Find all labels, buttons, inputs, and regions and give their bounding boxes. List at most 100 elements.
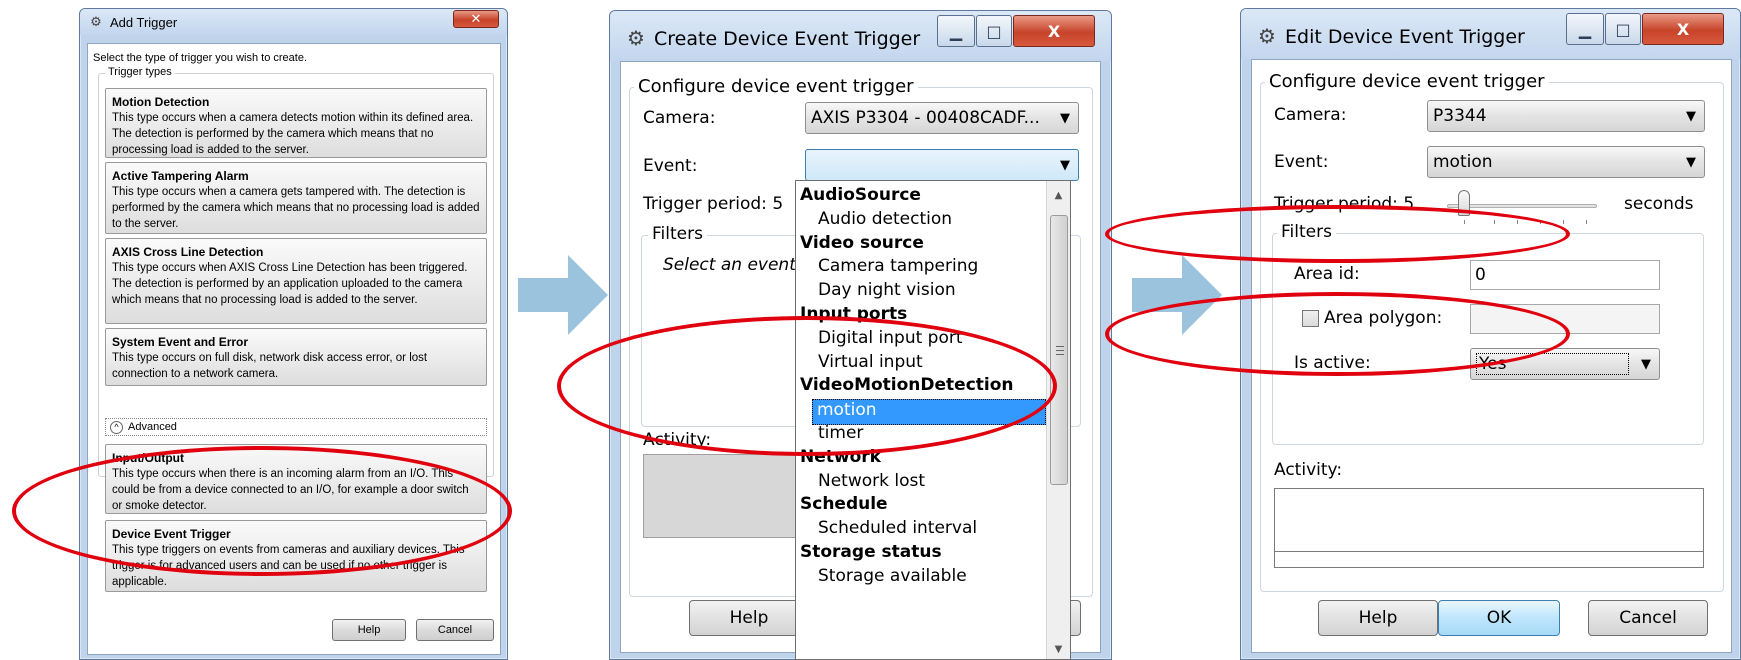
trigger-period-slider-thumb[interactable] <box>1458 190 1470 216</box>
close-button[interactable]: ✕ <box>453 10 499 28</box>
trigger-type-description: This type occurs when there is an incomi… <box>112 468 469 512</box>
event-select[interactable]: ▼ <box>805 149 1079 181</box>
area-id-label: Area id: <box>1294 264 1360 284</box>
trigger-type-description: This type occurs on full disk, network d… <box>112 352 428 380</box>
filters-hint: Select an event <box>663 255 796 275</box>
minimize-button[interactable]: ▁ <box>1566 13 1604 45</box>
event-dropdown-list[interactable]: AudioSource Audio detection Video source Ca… <box>795 180 1071 660</box>
dropdown-group-header: Network <box>800 446 881 467</box>
activity-list[interactable] <box>1274 488 1704 568</box>
camera-select[interactable]: AXIS P3304 - 00408CADF... ▼ <box>805 102 1079 134</box>
dropdown-option[interactable]: Day night vision <box>796 280 1046 306</box>
trigger-period-text: Trigger period: <box>1274 194 1398 214</box>
activity-label: Activity: <box>1274 460 1343 480</box>
trigger-type-description: This type occurs when AXIS Cross Line De… <box>112 262 468 306</box>
edit-device-event-trigger-window: ⚙ Edit Device Event Trigger ▁ □ X Config… <box>1240 8 1741 660</box>
trigger-type-motion-detection[interactable]: Motion Detection This type occurs when a… <box>105 88 487 158</box>
dropdown-group-header: Video source <box>800 232 924 253</box>
dropdown-option[interactable]: Scheduled interval <box>796 518 1046 544</box>
trigger-type-title: Active Tampering Alarm <box>112 169 249 183</box>
wrench-gear-icon: ⚙ <box>1258 24 1276 48</box>
chevron-down-icon: ▼ <box>1641 356 1651 372</box>
trigger-type-input-output[interactable]: Input/Output This type occurs when there… <box>105 444 487 514</box>
trigger-period-label: Trigger period: 5 <box>1274 194 1414 214</box>
dropdown-group-header: Storage status <box>800 542 942 562</box>
arrow-right-icon <box>518 255 608 335</box>
area-polygon-checkbox[interactable] <box>1302 310 1319 327</box>
window-title: Add Trigger <box>110 15 178 30</box>
trigger-type-active-tampering[interactable]: Active Tampering Alarm This type occurs … <box>105 162 487 234</box>
trigger-period-label: Trigger period: 5 <box>643 194 783 214</box>
dropdown-group-header: Schedule <box>800 494 888 515</box>
chevron-down-icon: ▼ <box>1060 110 1070 126</box>
trigger-type-title: Device Event Trigger <box>112 527 231 541</box>
scroll-thumb[interactable] <box>1050 215 1068 485</box>
cancel-button[interactable]: Cancel <box>416 619 494 641</box>
trigger-type-device-event[interactable]: Device Event Trigger This type triggers … <box>105 520 487 592</box>
camera-value: AXIS P3304 - 00408CADF... <box>811 108 1040 128</box>
arrow-shape <box>1132 255 1222 335</box>
chevron-down-icon: ▼ <box>1686 154 1696 170</box>
dropdown-option[interactable]: Virtual input <box>796 352 1046 378</box>
collapse-icon: ^ <box>110 420 123 434</box>
close-button[interactable]: X <box>1013 15 1095 47</box>
frame-label: Configure device event trigger <box>1265 71 1549 92</box>
dropdown-group-header: AudioSource <box>800 185 921 205</box>
trigger-type-system-event[interactable]: System Event and Error This type occurs … <box>105 328 487 386</box>
title-bar[interactable]: ⚙ Add Trigger ✕ <box>80 9 507 35</box>
trigger-type-title: System Event and Error <box>112 335 249 349</box>
camera-select[interactable]: P3344 ▼ <box>1427 100 1705 132</box>
help-button[interactable]: Help <box>1318 600 1438 636</box>
help-button[interactable]: Help <box>689 600 809 636</box>
scroll-down-icon[interactable]: ▼ <box>1047 639 1070 659</box>
minimize-button[interactable]: ▁ <box>937 15 975 47</box>
instruction-text: Select the type of trigger you wish to c… <box>93 52 308 64</box>
advanced-toggle[interactable]: ^ Advanced <box>105 418 487 436</box>
grip-line <box>1056 354 1064 355</box>
trigger-period-text: Trigger period: <box>643 194 767 214</box>
area-polygon-input[interactable] <box>1470 304 1660 334</box>
help-button[interactable]: Help <box>332 619 406 641</box>
event-select[interactable]: motion ▼ <box>1427 146 1705 178</box>
scroll-up-icon[interactable]: ▲ <box>1047 185 1070 205</box>
dropdown-option[interactable]: Audio detection <box>796 209 1046 235</box>
dropdown-option[interactable]: motion <box>812 399 1046 426</box>
activity-label: Activity: <box>643 430 712 450</box>
dropdown-option[interactable]: timer <box>796 423 1046 449</box>
grip-line <box>1056 350 1064 351</box>
dropdown-option[interactable]: Network lost <box>796 471 1046 497</box>
slider-tick <box>1540 220 1541 224</box>
is-active-select[interactable]: Yes ▼ <box>1470 348 1660 380</box>
trigger-type-description: This type triggers on events from camera… <box>112 544 465 588</box>
cancel-button[interactable]: Cancel <box>1588 600 1708 636</box>
dropdown-option[interactable]: Digital input port <box>796 328 1046 354</box>
dropdown-scrollbar[interactable]: ▲ ▼ <box>1046 181 1070 659</box>
window-title: Create Device Event Trigger <box>654 28 921 50</box>
camera-value: P3344 <box>1433 106 1487 126</box>
trigger-type-description: This type occurs when a camera detects m… <box>112 112 474 156</box>
trigger-period-value: 5 <box>772 194 784 214</box>
maximize-button[interactable]: □ <box>976 15 1012 47</box>
area-id-input[interactable]: 0 <box>1470 260 1660 290</box>
chevron-down-icon: ▼ <box>1686 108 1696 124</box>
arrow-right-icon <box>1132 255 1222 335</box>
trigger-type-title: Input/Output <box>112 451 184 465</box>
trigger-type-title: AXIS Cross Line Detection <box>112 245 264 259</box>
title-bar[interactable]: ⚙ Edit Device Event Trigger ▁ □ X <box>1241 9 1740 59</box>
title-bar[interactable]: ⚙ Create Device Event Trigger ▁ □ X <box>610 11 1111 61</box>
add-trigger-window: ⚙ Add Trigger ✕ Select the type of trigg… <box>79 8 508 660</box>
is-active-value: Yes <box>1476 353 1629 375</box>
maximize-button[interactable]: □ <box>1605 13 1641 45</box>
dropdown-option[interactable]: Camera tampering <box>796 256 1046 282</box>
trigger-app-icon: ⚙ <box>90 14 102 30</box>
activity-divider <box>1275 551 1703 552</box>
trigger-period-value: 5 <box>1403 194 1415 214</box>
close-button[interactable]: X <box>1642 13 1724 45</box>
trigger-type-cross-line[interactable]: AXIS Cross Line Detection This type occu… <box>105 238 487 324</box>
dropdown-option[interactable]: Storage available <box>796 566 1046 592</box>
camera-label: Camera: <box>643 108 716 128</box>
slider-tick <box>1494 220 1495 224</box>
arrow-shape <box>518 255 608 335</box>
seconds-label: seconds <box>1624 194 1694 214</box>
ok-button[interactable]: OK <box>1438 600 1560 636</box>
